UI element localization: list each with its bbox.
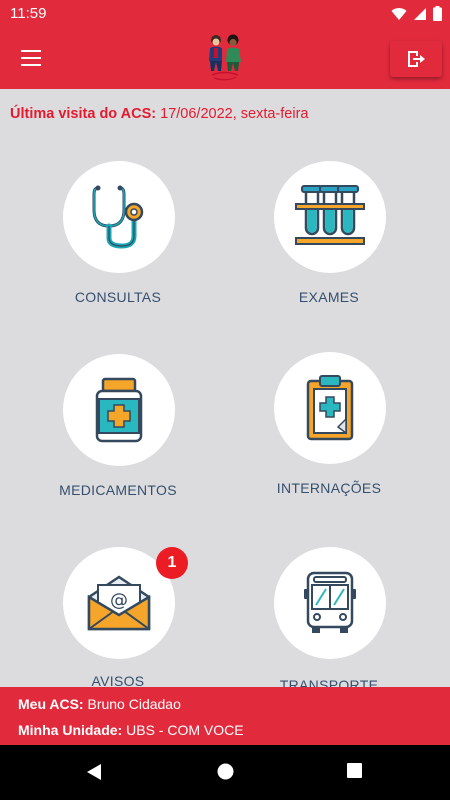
consultas-icon-circle (63, 161, 175, 273)
menu-label-internacoes: INTERNAÇÕES (276, 480, 382, 496)
svg-text:@: @ (110, 590, 128, 611)
envelope-icon: @ (87, 575, 151, 631)
status-icons (391, 6, 442, 21)
acs-label: Meu ACS: (18, 696, 84, 712)
signal-icon (414, 7, 426, 20)
unit-info: Minha Unidade: UBS - COM VOCE (18, 722, 244, 738)
recents-square-icon[interactable] (347, 763, 362, 778)
stethoscope-icon (92, 185, 144, 249)
avisos-notification-badge: 1 (156, 547, 188, 579)
back-triangle-icon[interactable] (86, 763, 102, 781)
menu-tile-internacoes[interactable]: INTERNAÇÕES (229, 352, 429, 522)
menu-tile-consultas[interactable]: CONSULTAS (18, 161, 218, 331)
system-nav-bar (0, 745, 450, 800)
menu-label-medicamentos: MEDICAMENTOS (59, 482, 177, 498)
home-circle-icon[interactable] (217, 763, 234, 780)
menu-line (21, 64, 41, 66)
logout-icon (408, 51, 425, 67)
wifi-icon (391, 7, 407, 20)
menu-line (21, 57, 41, 59)
app-bar (0, 27, 450, 89)
app-logo (200, 31, 250, 85)
clipboard-cross-icon (306, 375, 354, 441)
exames-icon-circle (274, 161, 386, 273)
status-bar: 11:59 (0, 0, 450, 27)
transporte-icon-circle (274, 547, 386, 659)
last-visit-info: Última visita do ACS: 17/06/2022, sexta-… (10, 106, 308, 122)
battery-icon (433, 6, 442, 21)
menu-label-consultas: CONSULTAS (74, 289, 162, 305)
menu-label-avisos: AVISOS (91, 673, 145, 687)
unit-value: UBS - COM VOCE (126, 722, 244, 738)
test-tubes-icon (295, 185, 365, 245)
menu-label-exames: EXAMES (298, 289, 360, 305)
menu-tile-medicamentos[interactable]: MEDICAMENTOS (18, 354, 218, 524)
medicine-bottle-icon (95, 377, 143, 443)
menu-tile-exames[interactable]: EXAMES (229, 161, 429, 331)
menu-line (21, 50, 41, 52)
acs-value: Bruno Cidadao (87, 696, 181, 712)
hamburger-menu-button[interactable] (14, 44, 48, 72)
menu-tile-transporte[interactable]: TRANSPORTE (229, 547, 429, 687)
unit-label: Minha Unidade: (18, 722, 123, 738)
last-visit-label: Última visita do ACS: (10, 106, 157, 122)
menu-tile-avisos[interactable]: @ 1 AVISOS (18, 547, 218, 687)
acs-info: Meu ACS: Bruno Cidadao (18, 696, 181, 712)
medicamentos-icon-circle (63, 354, 175, 466)
main-content: Última visita do ACS: 17/06/2022, sexta-… (0, 89, 450, 687)
menu-label-transporte: TRANSPORTE (279, 677, 379, 687)
bus-icon (304, 571, 356, 633)
status-time: 11:59 (10, 5, 47, 22)
last-visit-value: 17/06/2022, sexta-feira (160, 106, 309, 122)
footer-info: Meu ACS: Bruno Cidadao Minha Unidade: UB… (0, 687, 450, 745)
logout-button[interactable] (390, 41, 442, 77)
internacoes-icon-circle (274, 352, 386, 464)
